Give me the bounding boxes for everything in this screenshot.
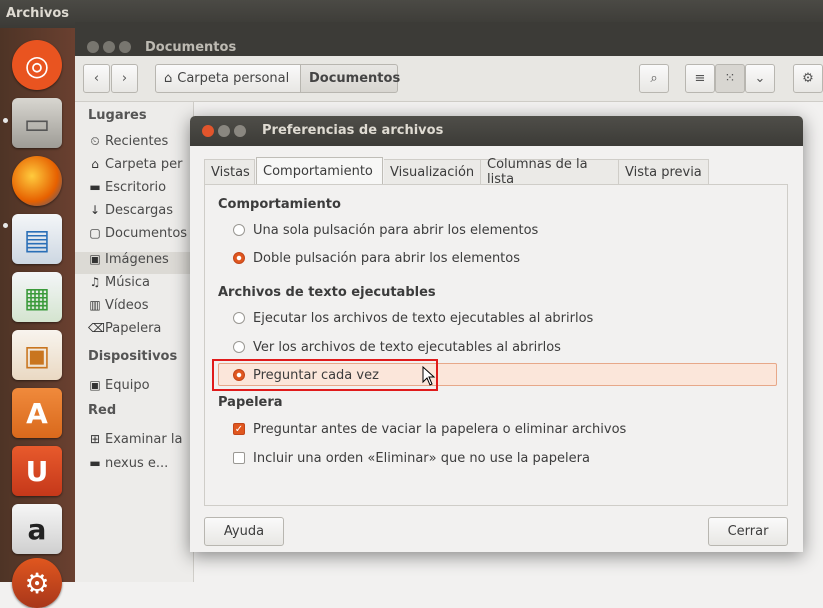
sidebar-item-documentos[interactable]: ▢ Documentos [88, 222, 187, 244]
sidebar-item-home[interactable]: ⌂ Carpeta per [88, 153, 182, 175]
delete-command-option[interactable]: Incluir una orden «Eliminar» que no use … [233, 447, 590, 469]
image-icon: ▣ [89, 252, 101, 266]
close-dialog-icon[interactable] [202, 125, 214, 137]
single-click-option[interactable]: Una sola pulsación para abrir los elemen… [233, 219, 538, 241]
grid-view-button[interactable]: ⁙ [715, 64, 745, 93]
tab-columnas[interactable]: Columnas de la lista [481, 157, 619, 187]
view-executable-option[interactable]: Ver los archivos de texto ejecutables al… [233, 336, 561, 358]
annotation-highlight-box [212, 359, 438, 391]
toolbar: ‹ › ⌂ Carpeta personal Documentos ⌕ ≡ ⁙ … [75, 56, 823, 102]
search-icon: ⌕ [650, 71, 658, 86]
window-title-row: Documentos [75, 38, 823, 56]
sidebar-item-browse-network[interactable]: ⊞ Examinar la [88, 428, 182, 450]
places-sidebar: Lugares ⏲ Recientes ⌂ Carpeta per ▬ Escrito… [75, 102, 194, 582]
sidebar-item-descargas[interactable]: ↓ Descargas [88, 199, 173, 221]
video-icon: ▥ [89, 298, 101, 312]
music-icon: ♫ [89, 275, 101, 289]
sidebar-item-papelera[interactable]: ⌫ Papelera [88, 317, 161, 339]
calc-icon[interactable]: ▦ [12, 272, 62, 322]
forward-button[interactable]: › [111, 64, 138, 93]
devices-header: Dispositivos [88, 349, 178, 364]
download-icon: ↓ [89, 203, 101, 217]
settings-launcher-icon[interactable]: ⚙ [12, 558, 62, 608]
menu-button[interactable]: ⚙ [793, 64, 823, 93]
firefox-icon[interactable] [12, 156, 62, 206]
back-icon: ‹ [93, 71, 100, 86]
places-header: Lugares [88, 108, 147, 123]
gear-icon: ⚙ [802, 71, 814, 86]
tab-vistas[interactable]: Vistas [204, 159, 255, 184]
clock-icon: ⏲ [90, 133, 100, 148]
sidebar-item-imagenes[interactable]: ▣ Imágenes [88, 248, 168, 270]
app-title: Archivos [6, 6, 70, 21]
tab-visualizacion[interactable]: Visualización [384, 159, 481, 184]
executable-header: Archivos de texto ejecutables [218, 285, 436, 300]
window-title: Documentos [145, 40, 237, 55]
close-button[interactable]: Cerrar [708, 517, 788, 546]
help-button[interactable]: Ayuda [204, 517, 284, 546]
grid-view-icon: ⁙ [724, 71, 736, 86]
sidebar-item-videos[interactable]: ▥ Vídeos [88, 294, 148, 316]
sidebar-item-musica[interactable]: ♫ Música [88, 271, 150, 293]
confirm-trash-option[interactable]: ✓ Preguntar antes de vaciar la papelera o… [233, 418, 626, 440]
document-icon: ▢ [89, 226, 101, 240]
running-indicator [3, 118, 8, 123]
ubuntu-dash-icon[interactable]: ◎ [12, 40, 62, 90]
checkbox-checked[interactable]: ✓ [233, 423, 245, 435]
sidebar-item-nexus[interactable]: ▬ nexus e... [88, 452, 168, 474]
home-icon: ⌂ [164, 71, 173, 86]
device-icon: ▬ [89, 456, 101, 470]
radio-unchecked[interactable] [233, 312, 245, 324]
dialog-title: Preferencias de archivos [262, 123, 444, 138]
run-executable-option[interactable]: Ejecutar los archivos de texto ejecutabl… [233, 307, 593, 329]
path-current-label: Documentos [309, 71, 401, 86]
path-home[interactable]: ⌂ Carpeta personal [155, 64, 301, 93]
computer-icon: ▣ [89, 378, 101, 392]
checkbox-unchecked[interactable] [233, 452, 245, 464]
double-click-option[interactable]: Doble pulsación para abrir los elementos [233, 247, 520, 269]
files-icon[interactable]: ▭ [12, 98, 62, 148]
writer-icon[interactable]: ▤ [12, 214, 62, 264]
software-center-icon[interactable]: A [12, 388, 62, 438]
sidebar-item-escritorio[interactable]: ▬ Escritorio [88, 176, 166, 198]
list-view-icon: ≡ [694, 71, 706, 86]
dialog-titlebar: Preferencias de archivos [190, 116, 803, 146]
maximize-window-icon[interactable] [119, 41, 131, 53]
chevron-down-icon: ⌄ [754, 71, 766, 86]
sidebar-item-recientes[interactable]: ⏲ Recientes [88, 130, 168, 152]
tab-panel: Comportamiento Una sola pulsación para a… [204, 184, 788, 506]
ubuntu-one-icon[interactable]: U [12, 446, 62, 496]
tab-comportamiento[interactable]: Comportamiento [256, 157, 383, 184]
close-window-icon[interactable] [87, 41, 99, 53]
radio-unchecked[interactable] [233, 341, 245, 353]
tab-vista-previa[interactable]: Vista previa [619, 159, 709, 184]
running-indicator [3, 223, 8, 228]
minimize-window-icon[interactable] [103, 41, 115, 53]
trash-icon: ⌫ [88, 321, 105, 335]
amazon-icon[interactable]: a [12, 504, 62, 554]
minimize-dialog-icon[interactable] [218, 125, 230, 137]
trash-header: Papelera [218, 395, 283, 410]
maximize-dialog-icon[interactable] [234, 125, 246, 137]
back-button[interactable]: ‹ [83, 64, 110, 93]
radio-checked[interactable] [233, 252, 245, 264]
path-home-label: Carpeta personal [177, 71, 290, 86]
network-icon: ⊞ [89, 432, 101, 446]
mouse-cursor-icon [422, 366, 436, 386]
home-icon: ⌂ [91, 157, 99, 171]
behavior-header: Comportamiento [218, 197, 341, 212]
impress-icon[interactable]: ▣ [12, 330, 62, 380]
search-button[interactable]: ⌕ [639, 64, 669, 93]
path-current[interactable]: Documentos [300, 64, 401, 93]
launcher: ◎ ▭ ▤ ▦ ▣ A U a ⚙ [0, 28, 75, 608]
desktop-folder-icon: ▬ [89, 180, 101, 194]
forward-icon: › [121, 71, 128, 86]
preferences-dialog: Preferencias de archivos Vistas Comporta… [190, 116, 803, 552]
radio-unchecked[interactable] [233, 224, 245, 236]
view-options-button[interactable]: ⌄ [745, 64, 775, 93]
sidebar-item-equipo[interactable]: ▣ Equipo [88, 374, 149, 396]
network-header: Red [88, 403, 117, 418]
list-view-button[interactable]: ≡ [685, 64, 715, 93]
